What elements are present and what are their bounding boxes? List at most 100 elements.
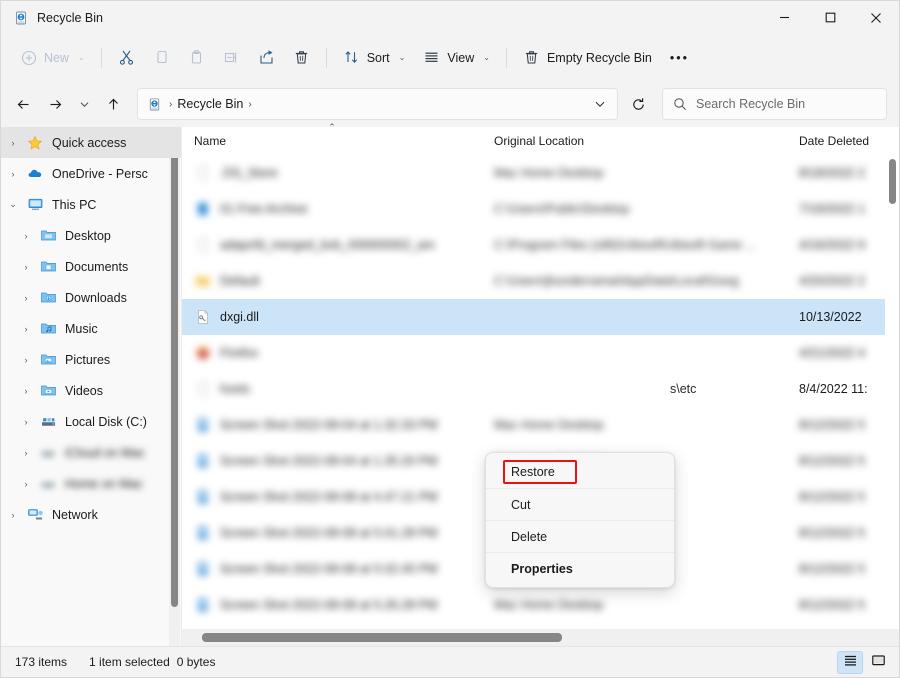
delete-button[interactable] bbox=[284, 42, 319, 74]
sidebar-item-network-drive-1[interactable]: › iCloud on Mac bbox=[1, 437, 181, 468]
back-button[interactable] bbox=[7, 88, 39, 120]
table-row[interactable]: .DS_Store Mac Home Desktop 8/18/2022 2 bbox=[182, 155, 899, 191]
search-input[interactable]: Search Recycle Bin bbox=[696, 97, 805, 111]
cell-date: 10/13/2022 bbox=[799, 310, 862, 324]
chevron-right-icon[interactable]: › bbox=[14, 262, 38, 272]
chevron-right-icon[interactable]: › bbox=[14, 293, 38, 303]
sidebar-item-documents[interactable]: › Documents bbox=[1, 251, 181, 282]
network-icon bbox=[25, 506, 45, 523]
paste-button[interactable] bbox=[179, 42, 214, 74]
table-row[interactable]: Firefox 4/21/2022 4 bbox=[182, 335, 899, 371]
scissors-icon bbox=[118, 49, 135, 66]
sidebar-item-quick-access[interactable]: › Quick access bbox=[1, 127, 181, 158]
cell-name: Screen Shot 2022-08-08 at 5.02.45 PM bbox=[182, 561, 482, 578]
status-size: 0 bytes bbox=[176, 655, 216, 669]
table-row[interactable]: Screen Shot 2022-08-04 at 1.32.33 PM Mac… bbox=[182, 407, 899, 443]
column-header-date-deleted[interactable]: Date Deleted bbox=[787, 127, 899, 155]
close-button[interactable] bbox=[853, 1, 899, 34]
minimize-button[interactable] bbox=[761, 1, 807, 34]
chevron-right-icon[interactable]: › bbox=[1, 138, 25, 148]
chevron-right-icon[interactable]: › bbox=[14, 355, 38, 365]
breadcrumb-separator[interactable]: › bbox=[243, 99, 256, 110]
sidebar-item-downloads[interactable]: › Downloads bbox=[1, 282, 181, 313]
chevron-right-icon[interactable]: › bbox=[14, 479, 38, 489]
sidebar-item-music[interactable]: › Music bbox=[1, 313, 181, 344]
context-menu-item-cut[interactable]: Cut bbox=[486, 488, 674, 520]
details-view-icon bbox=[843, 653, 858, 671]
sidebar-item-network-drive-2[interactable]: › Home on Mac bbox=[1, 468, 181, 499]
chevron-right-icon[interactable]: › bbox=[14, 386, 38, 396]
sidebar-item-desktop[interactable]: › Desktop bbox=[1, 220, 181, 251]
cell-name: Screen Shot 2022-08-04 at 1.32.33 PM bbox=[182, 417, 482, 434]
sidebar-item-pictures[interactable]: › Pictures bbox=[1, 344, 181, 375]
up-button[interactable] bbox=[97, 88, 129, 120]
recent-locations-button[interactable] bbox=[71, 88, 97, 120]
table-row-selected[interactable]: dxgi.dll 10/13/2022 bbox=[182, 299, 899, 335]
table-row[interactable]: adapcfd_merged_bvb_000000002_am C:\Progr… bbox=[182, 227, 899, 263]
share-button[interactable] bbox=[249, 42, 284, 74]
chevron-right-icon[interactable]: › bbox=[14, 231, 38, 241]
chevron-right-icon[interactable]: › bbox=[1, 510, 25, 520]
new-button[interactable]: New ⌄ bbox=[11, 42, 94, 74]
cell-name: adapcfd_merged_bvb_000000002_am bbox=[182, 237, 482, 254]
breadcrumb-separator: › bbox=[169, 98, 173, 110]
generic-file-icon bbox=[194, 165, 211, 182]
context-menu-item-restore[interactable]: Restore bbox=[486, 456, 674, 488]
cell-name: Screen Shot 2022-08-08 at 4.47.21 PM bbox=[182, 489, 482, 506]
empty-recycle-bin-button[interactable]: Empty Recycle Bin bbox=[514, 42, 661, 74]
paste-icon bbox=[188, 49, 205, 66]
folder-music-icon bbox=[38, 320, 58, 337]
chevron-right-icon[interactable]: › bbox=[14, 324, 38, 334]
sidebar-item-local-disk-c[interactable]: › Local Disk (C:) bbox=[1, 406, 181, 437]
chevron-right-icon[interactable]: › bbox=[14, 448, 38, 458]
table-row[interactable]: 01 Free Archive C:\Users\Public\Desktop … bbox=[182, 191, 899, 227]
window-controls bbox=[761, 1, 899, 34]
context-menu-item-delete[interactable]: Delete bbox=[486, 520, 674, 552]
column-header-original-location[interactable]: Original Location bbox=[482, 127, 787, 155]
sidebar-item-label: iCloud on Mac bbox=[65, 445, 145, 460]
status-item-count: 173 items bbox=[15, 655, 68, 669]
forward-button[interactable] bbox=[39, 88, 71, 120]
sidebar-item-label: Home on Mac bbox=[65, 476, 143, 491]
context-menu: Restore Cut Delete Properties bbox=[485, 452, 675, 588]
image-file-icon bbox=[194, 453, 211, 470]
chevron-down-icon[interactable]: ⌄ bbox=[1, 199, 25, 210]
maximize-button[interactable] bbox=[807, 1, 853, 34]
copy-button[interactable] bbox=[144, 42, 179, 74]
network-drive-icon bbox=[38, 475, 58, 492]
status-bar: 173 items 1 item selected 0 bytes bbox=[1, 646, 899, 677]
rename-button[interactable] bbox=[214, 42, 249, 74]
file-name: adapcfd_merged_bvb_000000002_am bbox=[220, 238, 435, 252]
address-dropdown-button[interactable] bbox=[587, 91, 613, 117]
large-icons-view-button[interactable] bbox=[865, 651, 891, 674]
recycle-bin-icon bbox=[146, 96, 162, 112]
address-bar[interactable]: › Recycle Bin › bbox=[137, 88, 618, 120]
cell-name: Firefox bbox=[182, 345, 482, 362]
folder-documents-icon bbox=[38, 258, 58, 275]
file-name: Screen Shot 2022-08-04 at 1.35.20 PM bbox=[220, 454, 438, 468]
context-menu-item-properties[interactable]: Properties bbox=[486, 552, 674, 584]
column-header-name[interactable]: ⌃ Name bbox=[182, 122, 482, 155]
chevron-right-icon[interactable]: › bbox=[14, 417, 38, 427]
table-row[interactable]: hosts s\etc 8/4/2022 11: bbox=[182, 371, 899, 407]
sidebar-item-videos[interactable]: › Videos bbox=[1, 375, 181, 406]
vertical-scrollbar-thumb[interactable] bbox=[889, 159, 896, 204]
view-button[interactable]: View ⌄ bbox=[414, 42, 499, 74]
horizontal-scrollbar-thumb[interactable] bbox=[202, 633, 562, 642]
sidebar-item-network[interactable]: › Network bbox=[1, 499, 181, 530]
refresh-button[interactable] bbox=[622, 88, 654, 120]
table-row[interactable]: Default C:\Users\jhunderramai\AppData\Lo… bbox=[182, 263, 899, 299]
cut-button[interactable] bbox=[109, 42, 144, 74]
more-options-button[interactable]: ••• bbox=[661, 42, 698, 74]
chevron-right-icon[interactable]: › bbox=[1, 169, 25, 179]
table-row[interactable]: Screen Shot 2022-08-08 at 5.26.28 PM Mac… bbox=[182, 587, 899, 623]
breadcrumb-recycle-bin[interactable]: Recycle Bin bbox=[177, 97, 243, 111]
sidebar-item-label: Music bbox=[65, 321, 98, 336]
details-view-button[interactable] bbox=[837, 650, 863, 674]
sort-button[interactable]: Sort ⌄ bbox=[334, 42, 415, 74]
sidebar-item-this-pc[interactable]: ⌄ This PC bbox=[1, 189, 181, 220]
plus-circle-icon bbox=[20, 49, 37, 66]
vertical-scrollbar-track[interactable] bbox=[885, 155, 899, 628]
search-box[interactable]: Search Recycle Bin bbox=[662, 88, 887, 120]
sidebar-item-onedrive[interactable]: › OneDrive - Persc bbox=[1, 158, 181, 189]
